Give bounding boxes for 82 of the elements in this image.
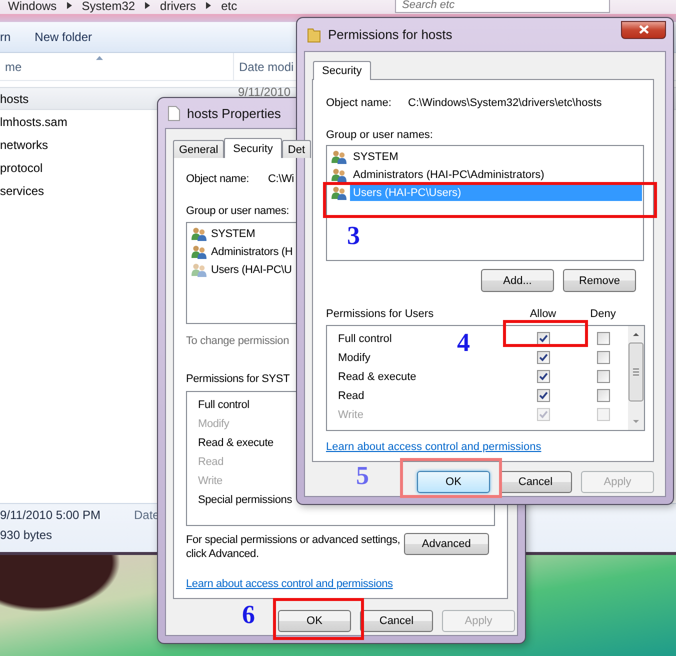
window-title: hosts Properties <box>187 106 281 120</box>
dialog-button[interactable]: Add... <box>481 269 554 292</box>
list-item[interactable]: Administrators (HAI-PC\Administrators) <box>350 167 548 183</box>
step-number: 4 <box>457 331 470 355</box>
breadcrumb-item[interactable]: System32 <box>82 0 136 12</box>
step-number: 6 <box>242 603 255 627</box>
permission-name: Modify <box>338 352 370 364</box>
section-label: Group or user names: <box>186 204 289 218</box>
permission-name: Read & execute <box>338 370 416 382</box>
file-name: hosts <box>0 92 29 106</box>
search-field[interactable]: Search etc <box>395 0 610 12</box>
toolbar-button[interactable]: rn <box>0 28 15 46</box>
step-number: 5 <box>356 464 369 488</box>
object-path: C:\Windows\System32\drivers\etc\hosts <box>408 96 602 110</box>
permission-name: Full control <box>197 398 250 413</box>
checkbox[interactable] <box>596 370 610 383</box>
permission-name: Full control <box>338 332 392 344</box>
users-icon <box>191 263 207 277</box>
advanced-button[interactable]: Advanced <box>404 533 489 555</box>
dialog-button[interactable]: Remove <box>563 269 636 292</box>
permission-name: Write <box>338 408 364 420</box>
permission-name: Read & execute <box>197 436 274 451</box>
step-number: 3 <box>347 224 360 248</box>
checkbox[interactable] <box>596 351 610 364</box>
help-link[interactable]: Learn about access control and permissions <box>326 440 542 454</box>
separator-arrow-icon <box>66 2 72 9</box>
tab[interactable]: General <box>173 140 224 158</box>
window-title: Permissions for hosts <box>328 27 452 42</box>
dialog-button[interactable]: Cancel <box>499 471 572 493</box>
section-label: Permissions for Users <box>326 307 435 321</box>
tab[interactable]: Security <box>224 138 282 158</box>
field-label: Object name: <box>326 96 392 110</box>
scrollbar[interactable] <box>628 326 644 430</box>
column-header: Allow <box>528 307 558 321</box>
section-label: Permissions for SYST <box>186 372 290 386</box>
dialog-button[interactable]: Cancel <box>360 610 433 632</box>
permission-name: Read <box>338 390 364 402</box>
permission-name: Write <box>197 474 222 489</box>
help-link[interactable]: Learn about access control and permissions <box>186 577 393 591</box>
breadcrumb-item[interactable]: etc <box>221 0 238 12</box>
close-icon <box>638 25 648 34</box>
close-button[interactable] <box>621 20 666 38</box>
modified-date: 9/11/2010 5:00 PM <box>0 508 102 524</box>
toolbar-button[interactable]: New folder <box>30 28 96 46</box>
column-header[interactable]: me <box>0 53 233 80</box>
tab[interactable]: Det <box>282 140 312 158</box>
list-item[interactable]: Administrators (H <box>208 244 296 260</box>
file-date: 9/11/2010 <box>238 87 292 98</box>
tab[interactable]: Security <box>313 61 371 80</box>
file-size: 930 bytes <box>0 528 54 544</box>
users-icon <box>331 150 347 164</box>
users-icon <box>191 245 207 259</box>
permission-name: Modify <box>197 417 230 432</box>
field-label: Object name: <box>186 172 250 186</box>
list-item[interactable]: SYSTEM <box>350 149 402 165</box>
separator-arrow-icon <box>206 2 212 9</box>
checkbox[interactable] <box>536 332 550 345</box>
dialog-button[interactable]: OK <box>417 471 490 493</box>
separator-arrow-icon <box>145 2 150 9</box>
sort-arrow-icon <box>96 56 103 60</box>
checkbox[interactable] <box>536 389 550 402</box>
dialog-button[interactable]: OK <box>278 610 351 632</box>
users-icon <box>191 227 207 241</box>
users-icon <box>331 168 347 182</box>
folder-icon <box>307 26 321 42</box>
permission-name: Read <box>197 455 224 470</box>
checkbox[interactable] <box>536 351 550 364</box>
breadcrumb-item[interactable]: drivers <box>160 0 196 12</box>
permission-name: Special permissions <box>197 493 292 508</box>
object-path: C:\Wi <box>268 172 294 186</box>
hint-text: To change permission <box>186 334 290 348</box>
column-header: Deny <box>589 307 617 321</box>
list-item[interactable]: SYSTEM <box>208 226 258 242</box>
breadcrumb-item[interactable]: Windows <box>8 0 57 12</box>
checkbox[interactable] <box>596 332 610 345</box>
checkbox[interactable] <box>596 389 610 402</box>
document-icon <box>168 106 180 120</box>
checkbox[interactable] <box>536 370 550 383</box>
list-item[interactable]: Users (HAI-PC\U <box>208 262 295 278</box>
advanced-note: For special permissions or advanced settings, click Advanced. <box>186 533 402 561</box>
section-label: Group or user names: <box>326 128 433 142</box>
users-icon <box>331 186 347 200</box>
